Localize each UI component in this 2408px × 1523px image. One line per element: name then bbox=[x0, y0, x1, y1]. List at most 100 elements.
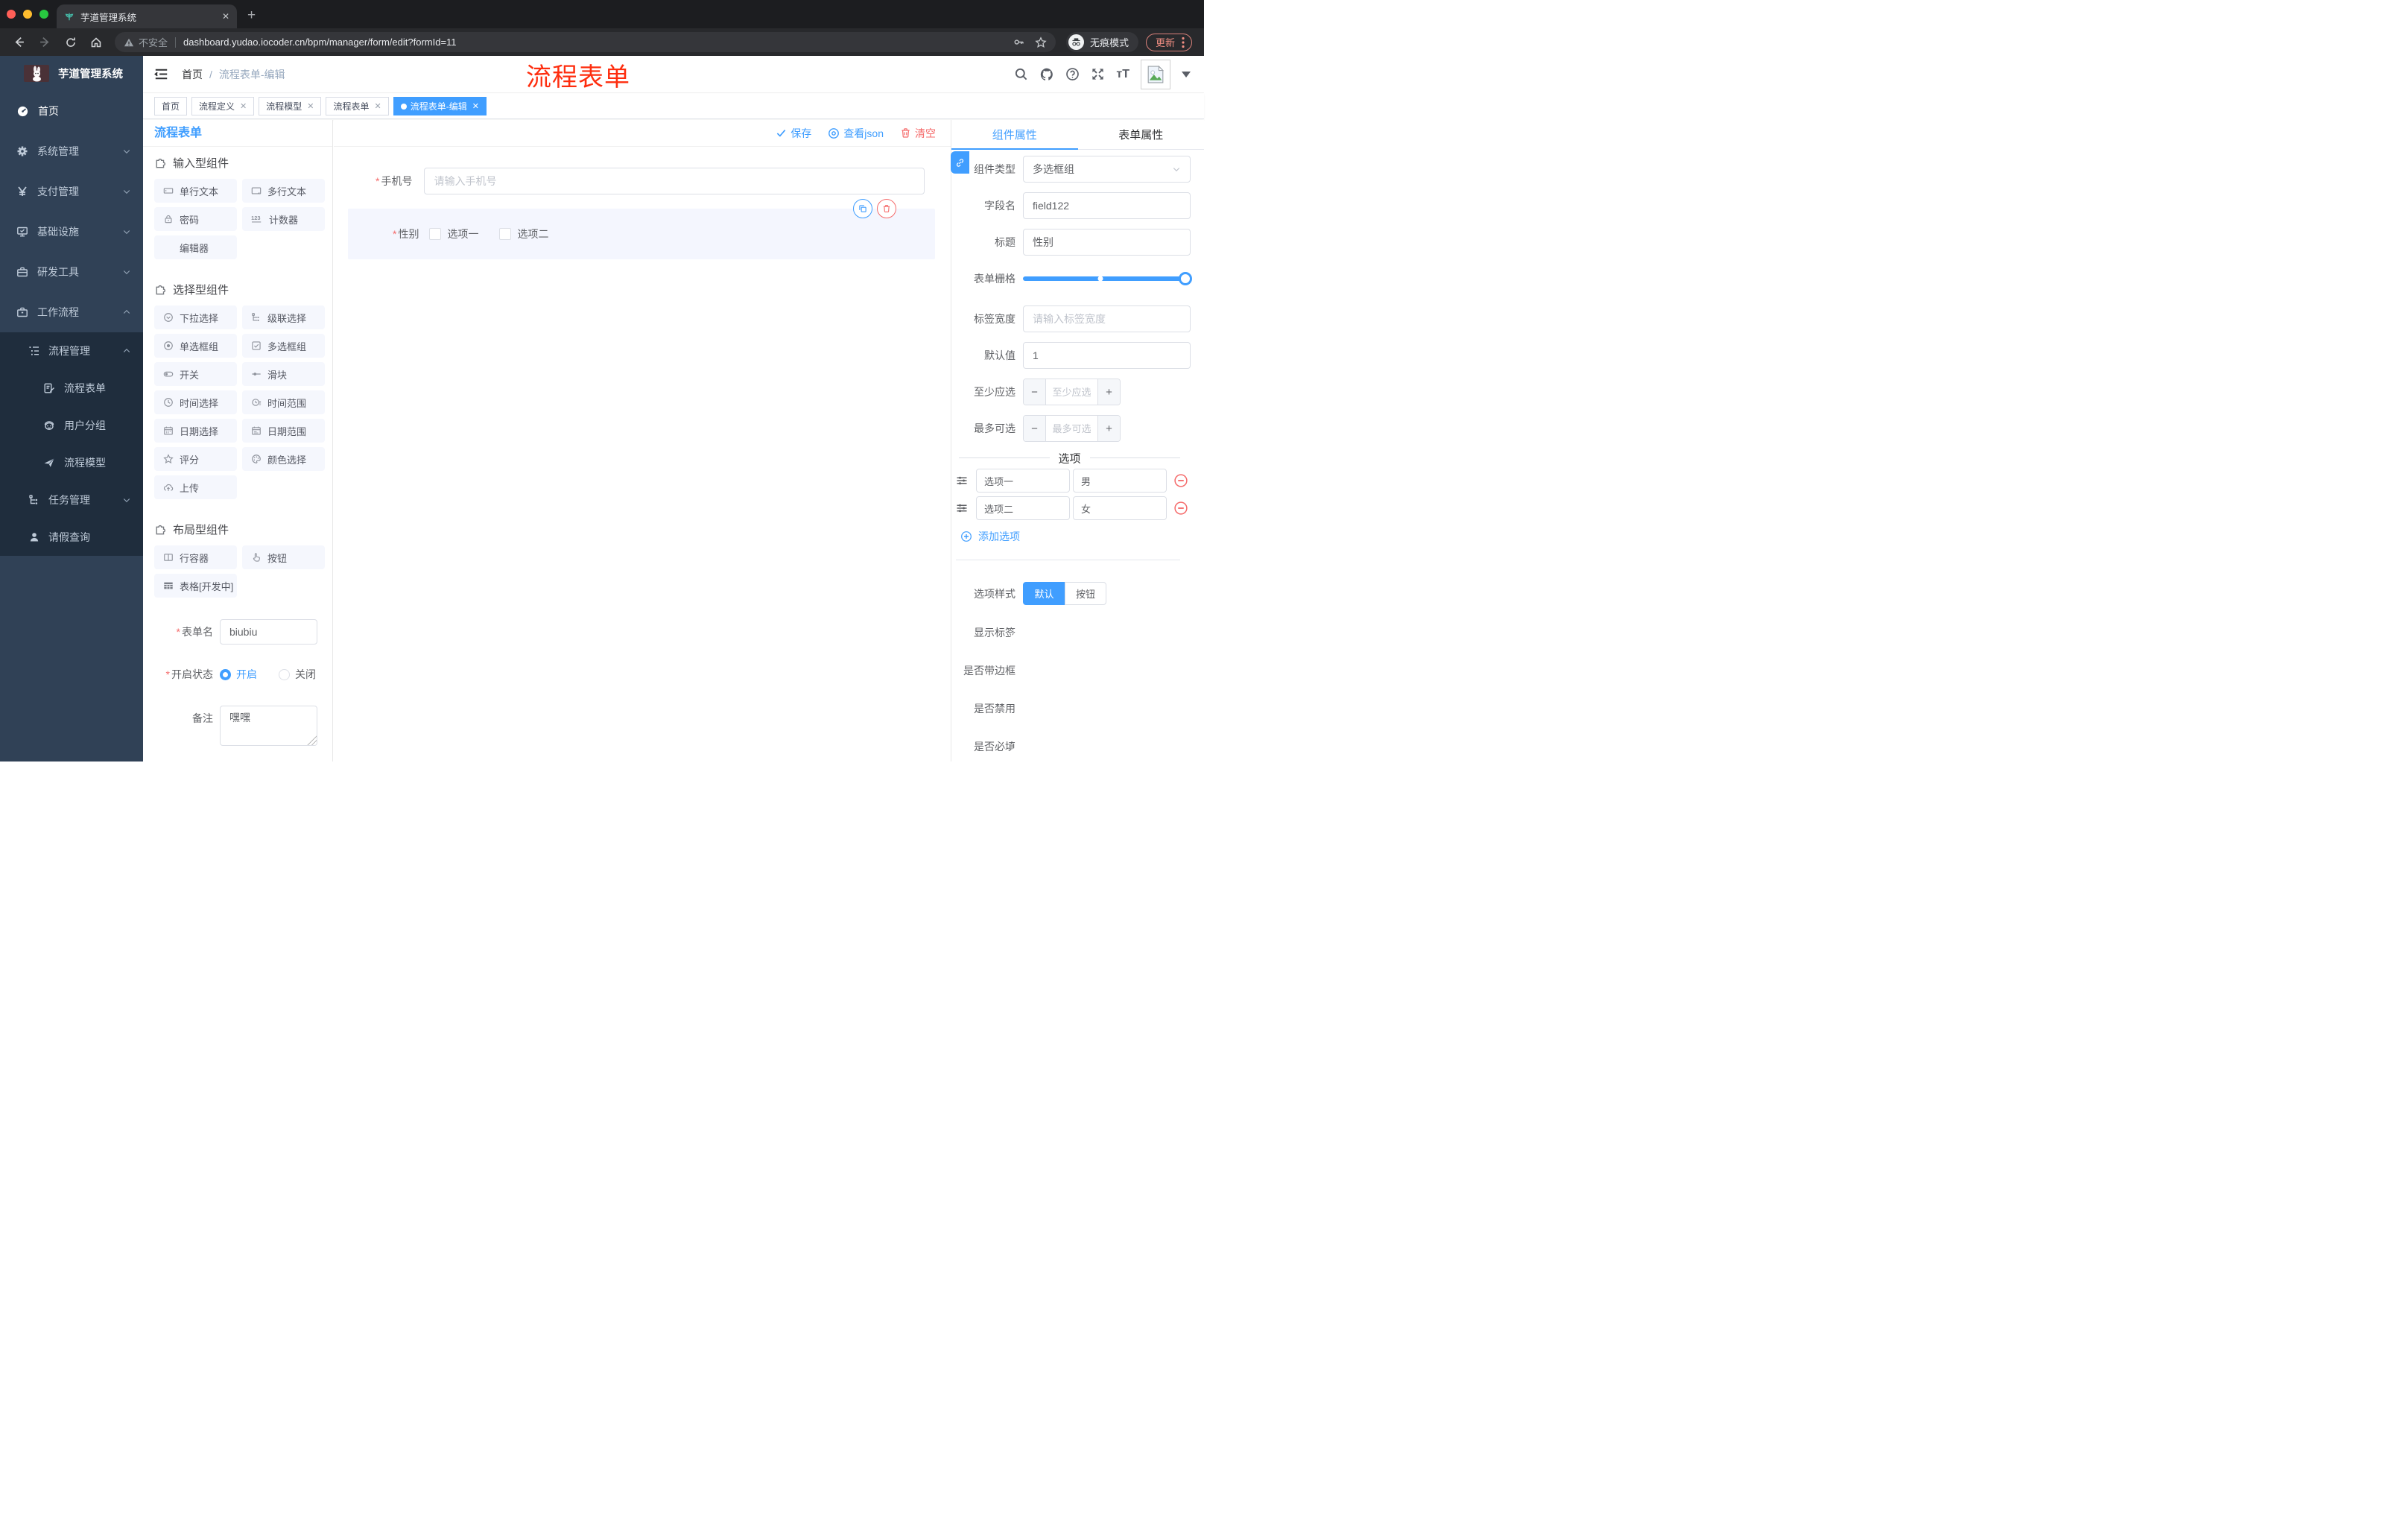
gender-checkbox-2[interactable] bbox=[499, 228, 512, 240]
drag-handle-icon[interactable] bbox=[956, 475, 968, 487]
sidebar-item-leave-query[interactable]: 请假查询 bbox=[0, 519, 143, 556]
tag-close-icon[interactable]: ✕ bbox=[375, 101, 381, 111]
max-select-input[interactable] bbox=[1046, 416, 1097, 441]
stepper-minus-button[interactable]: − bbox=[1024, 379, 1046, 405]
remove-option-button[interactable] bbox=[1173, 473, 1188, 488]
tag-process-form-edit[interactable]: 流程表单-编辑 ✕ bbox=[393, 97, 487, 115]
form-remark-textarea[interactable]: 嘿嘿 bbox=[220, 706, 317, 746]
breadcrumb-home[interactable]: 首页 bbox=[182, 67, 203, 82]
palette-item-button[interactable]: 按钮 bbox=[242, 545, 325, 569]
label-width-input[interactable] bbox=[1023, 305, 1191, 332]
form-name-input[interactable] bbox=[220, 619, 317, 645]
fullscreen-icon[interactable] bbox=[1091, 67, 1105, 81]
sidebar-item-user-group[interactable]: 用户分组 bbox=[0, 407, 143, 444]
style-button-button[interactable]: 按钮 bbox=[1065, 582, 1106, 605]
tab-form-props[interactable]: 表单属性 bbox=[1078, 120, 1205, 149]
radio-on-label[interactable]: 开启 bbox=[236, 667, 257, 682]
option-2-label-input[interactable] bbox=[976, 496, 1070, 520]
palette-item-slider[interactable]: 滑块 bbox=[242, 362, 325, 386]
collapse-panel-handle[interactable] bbox=[951, 151, 969, 174]
min-select-input[interactable] bbox=[1046, 379, 1097, 405]
palette-item-table[interactable]: 表格[开发中] bbox=[154, 574, 237, 598]
avatar-caret-icon[interactable] bbox=[1182, 71, 1191, 77]
sidebar-item-process-form[interactable]: 流程表单 bbox=[0, 370, 143, 407]
palette-item-upload[interactable]: 上传 bbox=[154, 475, 237, 499]
radio-on[interactable] bbox=[220, 668, 231, 680]
gender-checkbox-1[interactable] bbox=[429, 228, 442, 240]
tag-home[interactable]: 首页 bbox=[154, 97, 188, 115]
search-icon[interactable] bbox=[1014, 67, 1028, 81]
forward-icon[interactable] bbox=[39, 36, 51, 48]
tag-close-icon[interactable]: ✕ bbox=[472, 101, 479, 111]
github-icon[interactable] bbox=[1039, 67, 1054, 82]
help-icon[interactable] bbox=[1065, 67, 1080, 81]
palette-item-editor[interactable]: 编辑器 bbox=[154, 235, 237, 259]
canvas-field-phone[interactable]: * 手机号 bbox=[376, 168, 925, 194]
sidebar-item-system[interactable]: 系统管理 bbox=[0, 131, 143, 171]
component-type-select[interactable]: 多选框组 bbox=[1023, 156, 1191, 183]
palette-item-time-range[interactable]: 时间范围 bbox=[242, 390, 325, 414]
minimize-window-button[interactable] bbox=[23, 10, 32, 19]
sidebar-item-devtools[interactable]: 研发工具 bbox=[0, 252, 143, 292]
stepper-plus-button[interactable]: + bbox=[1097, 379, 1120, 405]
palette-item-date-picker[interactable]: 日期选择 bbox=[154, 419, 237, 443]
font-size-icon[interactable]: ᴛT bbox=[1116, 68, 1129, 81]
palette-item-radio-group[interactable]: 单选框组 bbox=[154, 334, 237, 358]
gender-option-2-label[interactable]: 选项二 bbox=[517, 227, 548, 241]
clear-button[interactable]: 清空 bbox=[900, 126, 936, 141]
reload-icon[interactable] bbox=[65, 37, 77, 48]
bookmark-star-icon[interactable] bbox=[1035, 36, 1047, 48]
palette-item-password[interactable]: 密码 bbox=[154, 207, 237, 231]
remove-option-button[interactable] bbox=[1173, 501, 1188, 516]
sidebar-item-task-management[interactable]: 任务管理 bbox=[0, 481, 143, 519]
new-tab-button[interactable]: + bbox=[247, 6, 256, 25]
save-button[interactable]: 保存 bbox=[776, 126, 811, 141]
slider-handle[interactable] bbox=[1179, 272, 1192, 285]
tag-process-definition[interactable]: 流程定义 ✕ bbox=[191, 97, 255, 115]
tab-component-props[interactable]: 组件属性 bbox=[951, 120, 1078, 149]
palette-item-date-range[interactable]: 日期范围 bbox=[242, 419, 325, 443]
tag-process-model[interactable]: 流程模型 ✕ bbox=[259, 97, 322, 115]
chrome-update-button[interactable]: 更新 bbox=[1145, 33, 1192, 51]
option-2-value-input[interactable] bbox=[1073, 496, 1167, 520]
palette-item-checkbox-group[interactable]: 多选框组 bbox=[242, 334, 325, 358]
grid-slider[interactable] bbox=[1023, 265, 1192, 292]
palette-item-select[interactable]: 下拉选择 bbox=[154, 305, 237, 329]
gender-option-1-label[interactable]: 选项一 bbox=[447, 227, 478, 241]
palette-item-switch[interactable]: 开关 bbox=[154, 362, 237, 386]
sidebar-item-process-management[interactable]: 流程管理 bbox=[0, 332, 143, 370]
title-input[interactable] bbox=[1023, 229, 1191, 256]
palette-item-counter[interactable]: 123 计数器 bbox=[242, 207, 325, 231]
key-icon[interactable] bbox=[1013, 37, 1024, 48]
sidebar-item-infrastructure[interactable]: 基础设施 bbox=[0, 212, 143, 252]
app-logo[interactable]: 芋道管理系统 bbox=[0, 56, 143, 91]
security-status[interactable]: 不安全 bbox=[124, 35, 168, 49]
sidebar-item-home[interactable]: 首页 bbox=[0, 91, 143, 131]
add-option-button[interactable]: 添加选项 bbox=[960, 529, 1191, 544]
stepper-plus-button[interactable]: + bbox=[1097, 416, 1120, 441]
delete-field-button[interactable] bbox=[877, 199, 896, 218]
browser-menu-icon[interactable] bbox=[1182, 37, 1185, 48]
radio-off-label[interactable]: 关闭 bbox=[295, 667, 316, 682]
style-default-button[interactable]: 默认 bbox=[1023, 582, 1065, 605]
palette-item-row-container[interactable]: 行容器 bbox=[154, 545, 237, 569]
tab-close-icon[interactable]: ✕ bbox=[222, 11, 229, 22]
tag-close-icon[interactable]: ✕ bbox=[240, 101, 247, 111]
duplicate-field-button[interactable] bbox=[853, 199, 872, 218]
stepper-minus-button[interactable]: − bbox=[1024, 416, 1046, 441]
palette-item-cascader[interactable]: 级联选择 bbox=[242, 305, 325, 329]
sidebar-collapse-icon[interactable] bbox=[154, 67, 168, 81]
avatar[interactable] bbox=[1141, 59, 1170, 89]
view-json-button[interactable]: 查看json bbox=[828, 126, 884, 141]
radio-off[interactable] bbox=[279, 668, 290, 680]
palette-item-color-picker[interactable]: 颜色选择 bbox=[242, 447, 325, 471]
browser-tab[interactable]: 芋道管理系统 ✕ bbox=[57, 4, 237, 28]
palette-item-time-picker[interactable]: 时间选择 bbox=[154, 390, 237, 414]
close-window-button[interactable] bbox=[7, 10, 16, 19]
phone-input[interactable] bbox=[424, 168, 925, 194]
tag-close-icon[interactable]: ✕ bbox=[307, 101, 314, 111]
zoom-window-button[interactable] bbox=[39, 10, 48, 19]
palette-item-single-line-text[interactable]: 单行文本 bbox=[154, 179, 237, 203]
field-name-input[interactable] bbox=[1023, 192, 1191, 219]
tag-process-form[interactable]: 流程表单 ✕ bbox=[326, 97, 389, 115]
